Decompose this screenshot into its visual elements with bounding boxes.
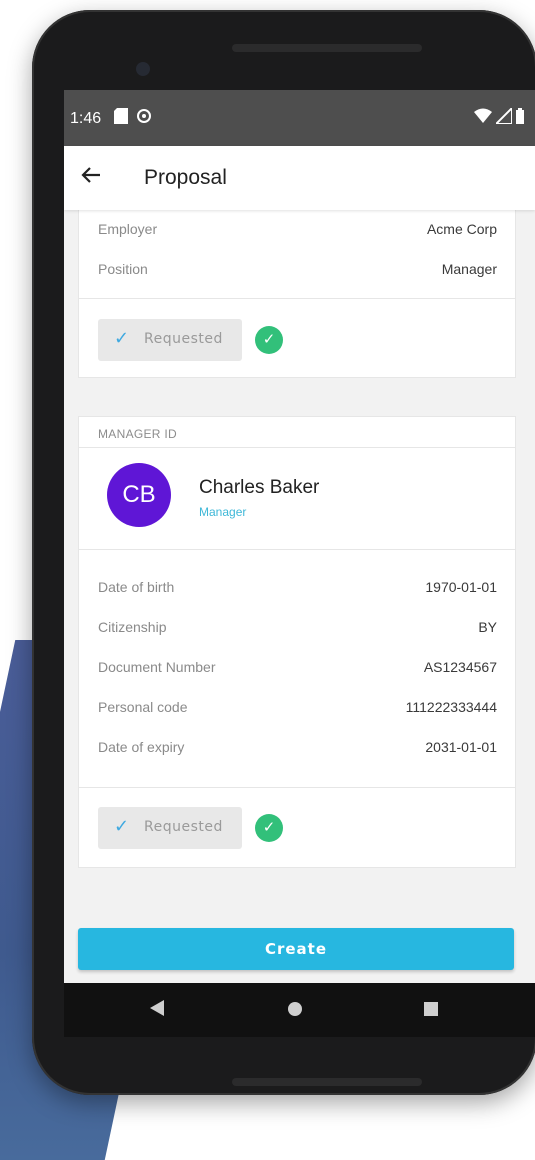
manager-id-card: MANAGER ID CB Charles Baker Manager Date… (78, 416, 516, 868)
info-row-document-number: Document Number AS1234567 (79, 649, 515, 689)
bottom-speaker (232, 1078, 422, 1086)
info-row-date-of-birth: Date of birth 1970-01-01 (79, 569, 515, 609)
success-check-icon: ✓ (255, 814, 283, 842)
divider (79, 787, 515, 788)
section-title: MANAGER ID (98, 427, 178, 441)
row-label: Citizenship (98, 619, 167, 635)
info-row-citizenship: Citizenship BY (79, 609, 515, 649)
person-name: Charles Baker (199, 477, 320, 498)
circle-home-icon[interactable] (288, 999, 302, 1022)
row-label: Date of expiry (98, 739, 185, 755)
triangle-back-icon[interactable] (150, 999, 164, 1022)
top-speaker (232, 44, 422, 52)
row-label: Position (98, 261, 148, 277)
row-value: Acme Corp (426, 221, 497, 237)
row-label: Date of birth (98, 579, 175, 595)
front-camera (136, 62, 150, 76)
employer-card: Employer Acme Corp Position Manager ✓ Re… (78, 190, 516, 378)
success-check-icon: ✓ (255, 326, 283, 354)
requested-label: Requested (144, 331, 223, 347)
status-time: 1:46 (70, 110, 102, 127)
row-value: BY (478, 619, 497, 635)
row-value: 111222333444 (405, 699, 497, 715)
checkmark-icon: ✓ (114, 816, 130, 837)
row-value: AS1234567 (423, 659, 497, 675)
navigation-bar (64, 983, 535, 1037)
divider (79, 298, 515, 299)
requested-label: Requested (144, 819, 223, 835)
status-bar: 1:46 (64, 90, 535, 146)
create-button[interactable]: Create (78, 928, 514, 970)
row-value: 1970-01-01 (425, 579, 497, 595)
row-value: Manager (441, 261, 497, 277)
divider (79, 447, 515, 448)
person-role: Manager (199, 505, 247, 519)
arrow-left-icon[interactable] (80, 164, 102, 193)
app-bar: Proposal (64, 146, 535, 210)
info-row-personal-code: Personal code 111222333444 (79, 689, 515, 729)
checkmark-icon: ✓ (114, 328, 130, 349)
square-recents-icon[interactable] (424, 999, 438, 1022)
signal-icon (493, 105, 513, 129)
phone-screen: 1:46 Proposal Employer Acme Corp Positio… (64, 90, 535, 1037)
row-label: Employer (98, 221, 158, 237)
requested-button[interactable]: ✓ Requested (98, 807, 242, 849)
battery-icon (516, 108, 524, 129)
row-label: Document Number (98, 659, 216, 675)
avatar: CB (107, 463, 171, 527)
info-row-date-of-expiry: Date of expiry 2031-01-01 (79, 729, 515, 769)
page-title: Proposal (144, 166, 227, 189)
info-row-position: Position Manager (79, 251, 515, 291)
sync-icon (136, 108, 152, 129)
sd-card-icon (114, 108, 128, 129)
wifi-icon (474, 108, 492, 129)
row-value: 2031-01-01 (425, 739, 497, 755)
divider (79, 549, 515, 550)
row-label: Personal code (98, 699, 188, 715)
requested-button[interactable]: ✓ Requested (98, 319, 242, 361)
info-row-employer: Employer Acme Corp (79, 211, 515, 251)
